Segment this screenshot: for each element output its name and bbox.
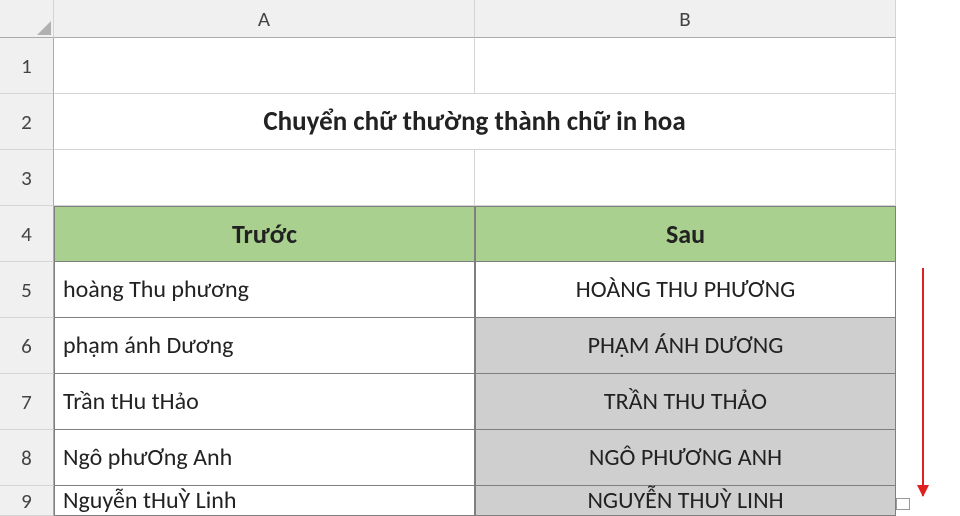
cell-a1[interactable] [54, 38, 475, 94]
cell-a7[interactable]: Trần tHu tHảo [54, 374, 475, 430]
row-header-6[interactable]: 6 [0, 318, 54, 374]
row-header-9[interactable]: 9 [0, 486, 54, 516]
row-header-5[interactable]: 5 [0, 262, 54, 318]
row-header-4[interactable]: 4 [0, 206, 54, 262]
header-before[interactable]: Trước [54, 206, 475, 262]
fill-down-arrow-icon [922, 268, 924, 496]
select-all-icon [37, 21, 51, 35]
cell-b6[interactable]: PHẠM ÁNH DƯƠNG [475, 318, 896, 374]
row-header-2[interactable]: 2 [0, 94, 54, 150]
cell-a8[interactable]: Ngô phưƠng Anh [54, 430, 475, 486]
header-after[interactable]: Sau [475, 206, 896, 262]
row-header-7[interactable]: 7 [0, 374, 54, 430]
cell-b3[interactable] [475, 150, 896, 206]
cell-a3[interactable] [54, 150, 475, 206]
cell-b1[interactable] [475, 38, 896, 94]
cell-b7[interactable]: TRẦN THU THẢO [475, 374, 896, 430]
title-cell[interactable]: Chuyển chữ thường thành chữ in hoa [54, 94, 896, 150]
cell-a9[interactable]: Nguyễn tHuỲ Linh [54, 486, 475, 516]
cell-b9[interactable]: NGUYỄN THUỲ LINH [475, 486, 896, 516]
row-header-3[interactable]: 3 [0, 150, 54, 206]
select-all-corner[interactable] [0, 0, 54, 38]
row-header-8[interactable]: 8 [0, 430, 54, 486]
autofill-options-icon[interactable] [896, 498, 910, 510]
row-header-1[interactable]: 1 [0, 38, 54, 94]
cell-b5[interactable]: HOÀNG THU PHƯƠNG [475, 262, 896, 318]
cell-a6[interactable]: phạm ánh Dương [54, 318, 475, 374]
column-header-b[interactable]: B [475, 0, 896, 38]
cell-a5[interactable]: hoàng Thu phương [54, 262, 475, 318]
cell-b8[interactable]: NGÔ PHƯƠNG ANH [475, 430, 896, 486]
column-header-a[interactable]: A [54, 0, 475, 38]
spreadsheet-grid: A B 1 2 Chuyển chữ thường thành chữ in h… [0, 0, 960, 516]
